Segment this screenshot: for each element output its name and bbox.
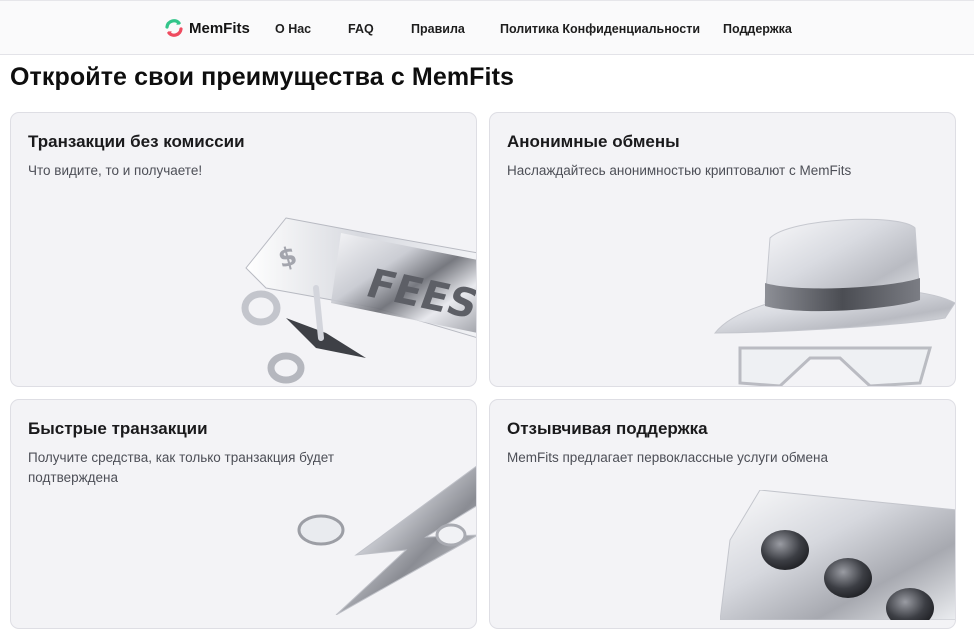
- page-title: Откройте свои преимущества с MemFits: [10, 63, 515, 91]
- brand-name[interactable]: MemFits: [189, 20, 250, 37]
- chat-bubble-3d-illustration: [720, 490, 955, 620]
- nav-link-about[interactable]: О Нас: [275, 22, 311, 36]
- brand-logo[interactable]: MemFits: [164, 17, 250, 39]
- nav-link-privacy-policy[interactable]: Политика Конфиденциальности: [500, 22, 700, 36]
- nav-link-faq[interactable]: FAQ: [348, 22, 374, 36]
- feature-card-support: Отзывчивая поддержка MemFits предлагает …: [489, 399, 956, 629]
- lightning-3d-illustration: [297, 465, 476, 615]
- fees-tag-3d-illustration: FEES $: [241, 217, 476, 384]
- card-description: MemFits предлагает первоклассные услуги …: [507, 450, 829, 465]
- card-title: Транзакции без комиссии: [28, 132, 245, 151]
- feature-card-anonymous: Анонимные обмены Наслаждайтесь анонимнос…: [489, 112, 956, 387]
- top-navigation-bar: MemFits О Нас FAQ Правила Политика Конфи…: [0, 0, 974, 55]
- card-title: Анонимные обмены: [507, 132, 680, 151]
- nav-link-rules[interactable]: Правила: [411, 22, 465, 36]
- card-description: Наслаждайтесь анонимностью криптовалют с…: [507, 163, 852, 178]
- feature-card-fast-transactions: Быстрые транзакции Получите средства, ка…: [10, 399, 477, 629]
- memfits-logo-icon: [165, 19, 183, 37]
- card-title: Быстрые транзакции: [28, 419, 208, 438]
- nav-link-support[interactable]: Поддержка: [723, 22, 792, 36]
- card-description: Что видите, то и получаете!: [28, 163, 203, 178]
- hat-glasses-3d-illustration: [713, 218, 955, 386]
- feature-card-no-fees: Транзакции без комиссии Что видите, то и…: [10, 112, 477, 387]
- card-title: Отзывчивая поддержка: [507, 419, 708, 438]
